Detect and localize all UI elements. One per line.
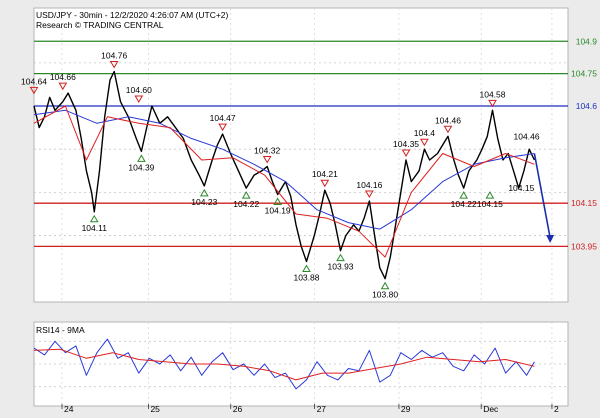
- price-label: 104.39: [128, 162, 154, 172]
- price-label: 104.35: [393, 139, 419, 149]
- level-label: 104.9: [576, 36, 598, 46]
- price-label: 104.22: [451, 199, 477, 209]
- price-label: 104.15: [508, 183, 534, 193]
- price-label: 104.66: [50, 72, 76, 82]
- level-label: 103.95: [571, 241, 597, 251]
- price-label: 104.4: [414, 128, 436, 138]
- price-label: 104.21: [312, 169, 338, 179]
- price-label: 104.23: [191, 197, 217, 207]
- price-label: 104.58: [480, 89, 506, 99]
- x-tick-label: 29: [401, 404, 411, 413]
- price-label: 104.47: [210, 113, 236, 123]
- x-tick-label: 24: [64, 404, 74, 413]
- price-label: 103.88: [293, 272, 319, 282]
- price-label: 104.64: [21, 76, 47, 86]
- price-label: 104.76: [101, 50, 127, 60]
- price-label: 104.11: [82, 223, 108, 233]
- price-label: 104.46: [435, 115, 461, 125]
- rsi-title: RSI14 - 9MA: [36, 325, 85, 335]
- price-chart[interactable]: 104.9104.75104.6104.15103.95 104.64 104.6…: [0, 0, 600, 414]
- level-label: 104.15: [571, 198, 597, 208]
- price-label: 104.22: [233, 199, 259, 209]
- x-tick-label: 2: [554, 404, 559, 413]
- level-label: 104.6: [576, 101, 598, 111]
- x-tick-label: 25: [150, 404, 160, 413]
- chart-window: 104.9 104.75 104.6 104.15 103.95 104.64 104.6…: [0, 0, 600, 414]
- level-label: 104.75: [571, 69, 597, 79]
- price-label: 104.32: [254, 145, 280, 155]
- x-tick-label: Dec: [483, 404, 499, 413]
- price-label: 103.93: [328, 262, 354, 272]
- price-label: 104.16: [356, 180, 382, 190]
- price-label: 104.60: [126, 85, 152, 95]
- price-label: 104.15: [477, 199, 503, 209]
- price-label: 103.80: [372, 290, 398, 300]
- chart-title: USD/JPY - 30min - 12/2/2020 4:26:07 AM (…: [36, 10, 229, 20]
- price-label: 104.19: [265, 206, 291, 216]
- chart-source: Research © TRADING CENTRAL: [36, 20, 164, 30]
- price-label: 104.46: [514, 131, 540, 141]
- x-tick-label: 26: [233, 404, 243, 413]
- x-tick-label: 27: [317, 404, 327, 413]
